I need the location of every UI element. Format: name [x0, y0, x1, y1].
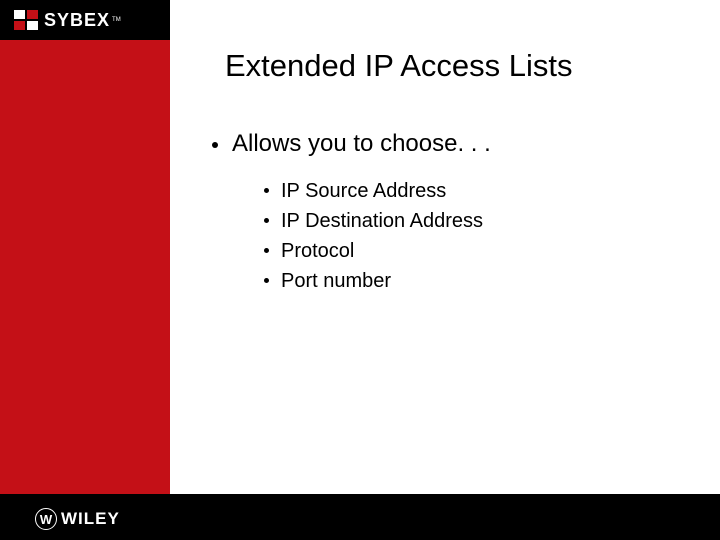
list-item: Allows you to choose. . . [212, 130, 491, 158]
sub-bullet-text: Port number [281, 268, 391, 294]
wiley-logo: W WILEY [35, 508, 120, 530]
list-item: Protocol [264, 238, 483, 264]
sidebar [0, 0, 170, 494]
bullet-icon [264, 218, 269, 223]
list-item: IP Source Address [264, 178, 483, 204]
sybex-logo-text: SYBEX [44, 10, 110, 31]
trademark-icon: TM [112, 17, 121, 23]
list-item: Port number [264, 268, 483, 294]
main-bullet-list: Allows you to choose. . . [212, 130, 491, 176]
slide-title: Extended IP Access Lists [225, 48, 573, 84]
sub-bullet-text: IP Destination Address [281, 208, 483, 234]
bullet-icon [264, 278, 269, 283]
bullet-icon [264, 188, 269, 193]
wiley-logo-text: WILEY [61, 509, 120, 529]
slide: SYBEX TM Extended IP Access Lists Allows… [0, 0, 720, 540]
sub-bullet-list: IP Source Address IP Destination Address… [264, 178, 483, 298]
sybex-logo: SYBEX TM [0, 0, 170, 40]
list-item: IP Destination Address [264, 208, 483, 234]
sub-bullet-text: IP Source Address [281, 178, 446, 204]
bullet-icon [212, 142, 218, 148]
sybex-mark-icon [14, 10, 38, 30]
main-bullet-text: Allows you to choose. . . [232, 130, 491, 158]
bullet-icon [264, 248, 269, 253]
sub-bullet-text: Protocol [281, 238, 354, 264]
wiley-mark-icon: W [35, 508, 57, 530]
